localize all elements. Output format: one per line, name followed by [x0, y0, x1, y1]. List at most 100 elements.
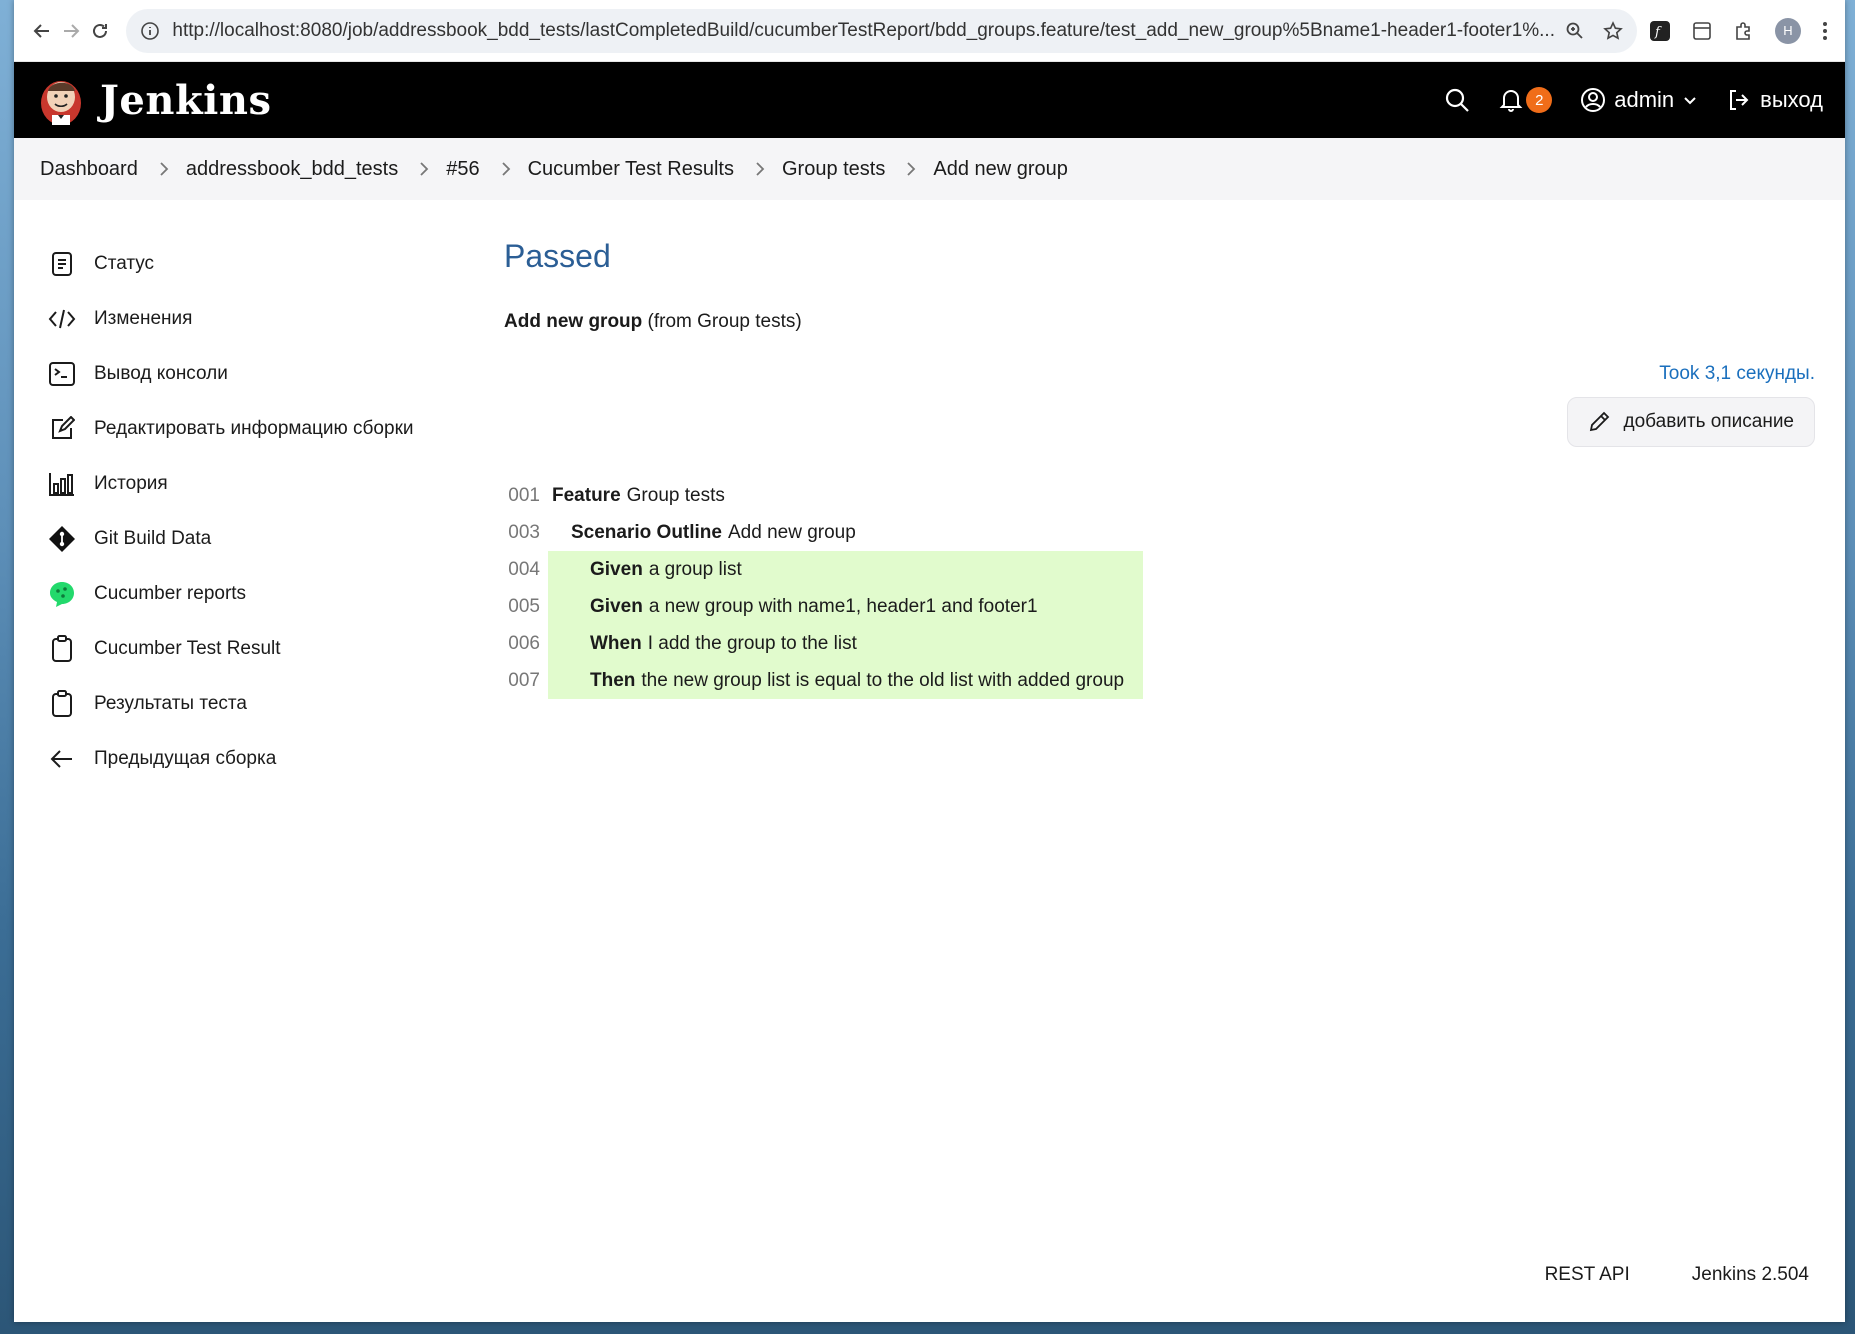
- sidebar-item-git-build-data[interactable]: Git Build Data: [48, 511, 504, 566]
- line-number: 005: [508, 595, 540, 617]
- breadcrumb-cucumber-results[interactable]: Cucumber Test Results: [528, 158, 734, 181]
- user-name[interactable]: admin: [1614, 87, 1674, 113]
- passed-step: Given a group list: [548, 551, 1143, 588]
- menu-dots-icon[interactable]: [1821, 20, 1829, 42]
- code-line: 001 Feature Group tests: [504, 477, 1815, 514]
- info-icon: [141, 21, 160, 40]
- user-circle-icon: [1581, 88, 1606, 112]
- browser-window: http://localhost:8080/job/addressbook_bd…: [14, 0, 1845, 1322]
- sidebar-item-history[interactable]: История: [48, 456, 504, 511]
- gherkin-text: I add the group to the list: [647, 632, 857, 654]
- chevron-right-icon: [905, 161, 917, 177]
- arrow-right-icon: [64, 23, 80, 38]
- extension-function-icon[interactable]: f: [1649, 20, 1671, 42]
- forward-button[interactable]: [59, 11, 84, 51]
- test-from: (from Group tests): [647, 311, 802, 332]
- line-number: 001: [508, 484, 540, 506]
- code-line: 006 When I add the group to the list: [504, 625, 1815, 662]
- chevron-right-icon: [500, 161, 512, 177]
- code-line: 007 Then the new group list is equal to …: [504, 662, 1815, 699]
- gherkin-keyword: When: [590, 632, 642, 654]
- sidebar-item-cucumber-reports[interactable]: Cucumber reports: [48, 566, 504, 621]
- gherkin-text: a new group with name1, header1 and foot…: [648, 595, 1038, 617]
- sidebar-item-label: Редактировать информацию сборки: [94, 417, 414, 439]
- git-icon: [48, 525, 76, 553]
- line-number: 003: [508, 521, 540, 543]
- gherkin-keyword: Given: [590, 558, 643, 580]
- code-line: 004 Given a group list: [504, 551, 1815, 588]
- url-text[interactable]: http://localhost:8080/job/addressbook_bd…: [172, 20, 1555, 42]
- search-icon: [1446, 88, 1470, 112]
- gherkin-text: Group tests: [626, 484, 725, 506]
- gherkin-text: a group list: [648, 558, 742, 580]
- jenkins-version-link[interactable]: Jenkins 2.504: [1692, 1264, 1809, 1286]
- breadcrumb-dashboard[interactable]: Dashboard: [40, 158, 138, 181]
- sidebar-item-label: Изменения: [94, 307, 193, 329]
- arrow-left-icon: [48, 745, 76, 773]
- sidebar-item-label: Вывод консоли: [94, 362, 228, 384]
- code-line: 005 Given a new group with name1, header…: [504, 588, 1815, 625]
- jenkins-logo-text[interactable]: Jenkins: [100, 77, 271, 124]
- took-duration-link[interactable]: Took 3,1 секунды.: [1659, 363, 1815, 384]
- cucumber-icon: [48, 580, 76, 608]
- chevron-right-icon: [158, 161, 170, 177]
- document-icon: [48, 250, 76, 278]
- zoom-icon[interactable]: [1565, 21, 1585, 41]
- jenkins-logo[interactable]: Jenkins: [38, 73, 271, 127]
- breadcrumb-build[interactable]: #56: [446, 158, 479, 181]
- sidebar-item-cucumber-test-result[interactable]: Cucumber Test Result: [48, 621, 504, 676]
- code-icon: [48, 305, 76, 333]
- code-line: 003 Scenario Outline Add new group: [504, 514, 1815, 551]
- logout-button[interactable]: выход: [1726, 87, 1823, 113]
- star-icon[interactable]: [1603, 20, 1623, 41]
- sidebar-item-label: Cucumber Test Result: [94, 637, 281, 659]
- jenkins-header: Jenkins 2 admin выход: [14, 62, 1845, 138]
- sidebar-item-label: Предыдущая сборка: [94, 747, 277, 769]
- logout-icon: [1730, 90, 1749, 110]
- breadcrumb-feature[interactable]: Group tests: [782, 158, 885, 181]
- sidebar-item-previous-build[interactable]: Предыдущая сборка: [48, 731, 504, 786]
- test-name: Add new group: [504, 311, 643, 332]
- reload-button[interactable]: [88, 11, 113, 51]
- edit-icon: [48, 415, 76, 443]
- add-description-button[interactable]: добавить описание: [1566, 397, 1815, 447]
- sidebar-item-test-results[interactable]: Результаты теста: [48, 676, 504, 731]
- back-button[interactable]: [30, 11, 55, 51]
- bell-icon: [1499, 90, 1523, 112]
- breadcrumb: Dashboard addressbook_bdd_tests #56 Cucu…: [14, 138, 1845, 200]
- sidebar-item-edit-build[interactable]: Редактировать информацию сборки: [48, 401, 504, 456]
- passed-step: Then the new group list is equal to the …: [548, 662, 1143, 699]
- sidebar-item-label: Git Build Data: [94, 527, 212, 549]
- sidebar-item-label: Результаты теста: [94, 692, 247, 714]
- page-title: Passed: [504, 238, 611, 274]
- puzzle-icon[interactable]: [1733, 20, 1755, 42]
- rest-api-link[interactable]: REST API: [1545, 1264, 1630, 1286]
- jenkins-butler-icon: [41, 81, 81, 125]
- sidebar-item-status[interactable]: Статус: [48, 236, 504, 291]
- chevron-down-icon: [1684, 97, 1696, 105]
- notification-badge: 2: [1526, 87, 1553, 113]
- line-number: 004: [508, 558, 540, 580]
- notifications-button[interactable]: 2: [1498, 87, 1553, 113]
- sidebar-item-changes[interactable]: Изменения: [48, 291, 504, 346]
- clipboard-icon: [48, 634, 76, 663]
- search-button[interactable]: [1444, 87, 1470, 113]
- chart-icon: [48, 470, 76, 498]
- logout-label[interactable]: выход: [1760, 87, 1823, 113]
- user-menu[interactable]: admin: [1580, 87, 1698, 113]
- profile-avatar[interactable]: H: [1775, 17, 1801, 44]
- pencil-icon: [1589, 411, 1609, 432]
- breadcrumb-job[interactable]: addressbook_bdd_tests: [186, 158, 398, 181]
- clipboard-icon: [48, 689, 76, 718]
- gherkin-keyword: Feature: [552, 484, 621, 506]
- line-number: 007: [508, 669, 540, 691]
- gherkin-keyword: Given: [590, 595, 643, 617]
- gherkin-text: Add new group: [727, 521, 856, 543]
- passed-step: When I add the group to the list: [548, 625, 1143, 662]
- breadcrumb-scenario[interactable]: Add new group: [933, 158, 1068, 181]
- address-bar[interactable]: http://localhost:8080/job/addressbook_bd…: [126, 8, 1637, 53]
- chevron-right-icon: [418, 161, 430, 177]
- tab-icon[interactable]: [1691, 20, 1713, 42]
- sidebar-item-console[interactable]: Вывод консоли: [48, 346, 504, 401]
- chevron-right-icon: [754, 161, 766, 177]
